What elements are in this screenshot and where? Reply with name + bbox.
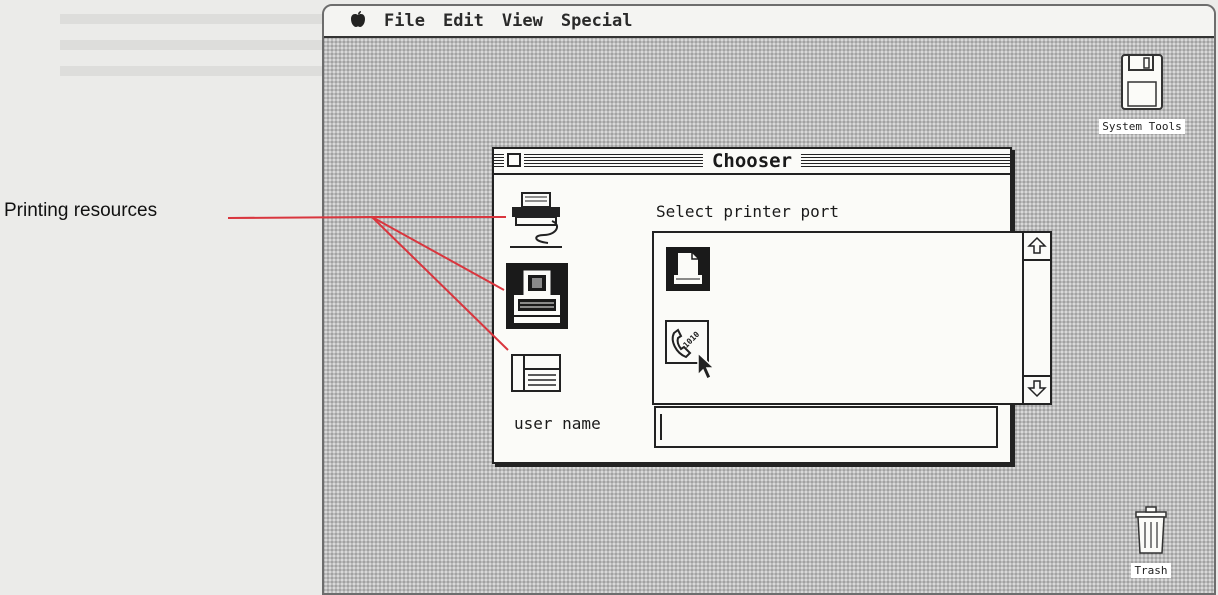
modem-port-icon[interactable]: 1010 bbox=[664, 319, 722, 388]
mac-screen: File Edit View Special System Tools Tras… bbox=[322, 4, 1216, 595]
trash-label: Trash bbox=[1131, 563, 1171, 578]
system-tools-disk[interactable]: System Tools bbox=[1082, 52, 1202, 135]
trash-can[interactable]: Trash bbox=[1116, 504, 1186, 579]
menu-bar: File Edit View Special bbox=[324, 6, 1214, 38]
chooser-window: Chooser Select printer port 1010 user na… bbox=[492, 147, 1052, 464]
menu-special[interactable]: Special bbox=[561, 11, 633, 31]
menu-edit[interactable]: Edit bbox=[443, 11, 484, 31]
callout-label: Printing resources bbox=[4, 200, 158, 221]
select-printer-port-label: Select printer port bbox=[656, 202, 840, 221]
title-bar[interactable]: Chooser bbox=[494, 149, 1010, 175]
daisywheel-printer-icon[interactable] bbox=[508, 351, 564, 400]
vertical-scrollbar[interactable] bbox=[1022, 233, 1050, 403]
printer-port-list[interactable]: 1010 bbox=[652, 231, 1052, 405]
scrollbar-bottom-divider bbox=[1024, 375, 1050, 377]
menu-file[interactable]: File bbox=[384, 11, 425, 31]
system-tools-label: System Tools bbox=[1099, 119, 1185, 134]
user-name-field[interactable] bbox=[654, 406, 998, 448]
close-box[interactable] bbox=[507, 153, 521, 167]
menu-view[interactable]: View bbox=[502, 11, 543, 31]
scroll-down-arrow-icon[interactable] bbox=[1027, 378, 1047, 398]
text-cursor bbox=[660, 414, 662, 440]
scrollbar-top-divider bbox=[1024, 259, 1050, 261]
imagewriter-icon[interactable] bbox=[508, 191, 564, 256]
printer-port-icon[interactable] bbox=[666, 247, 710, 296]
user-name-label: user name bbox=[514, 414, 601, 433]
laserwriter-icon[interactable] bbox=[506, 263, 568, 334]
window-title: Chooser bbox=[702, 151, 802, 171]
trash-icon bbox=[1135, 506, 1167, 554]
floppy-disk-icon bbox=[1121, 54, 1163, 110]
scroll-up-arrow-icon[interactable] bbox=[1027, 236, 1047, 256]
apple-icon[interactable] bbox=[350, 10, 368, 33]
